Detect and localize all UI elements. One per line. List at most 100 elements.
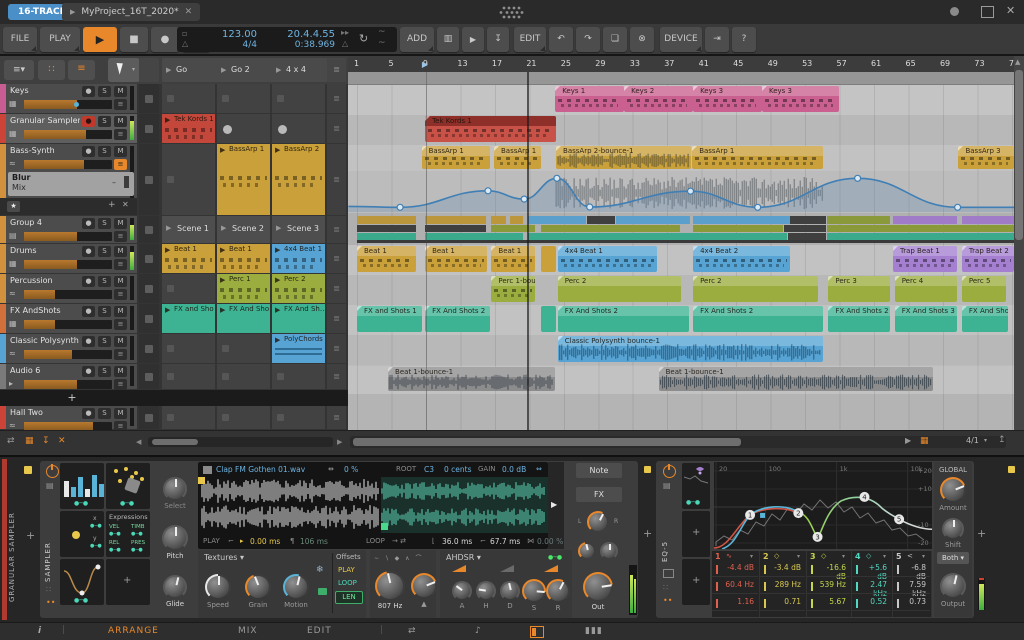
launcher-cell[interactable]: [162, 274, 215, 303]
band-gain-value[interactable]: -3.4 dB: [768, 563, 801, 572]
band-fader-icon[interactable]: [856, 599, 858, 608]
launcher-grid-icon[interactable]: ▦: [25, 436, 34, 446]
volume-slider[interactable]: [24, 260, 112, 269]
band-fader-icon[interactable]: [764, 565, 766, 574]
band-freq-value[interactable]: 7.59 kHz: [901, 580, 926, 598]
stretch-value[interactable]: 0 %: [344, 465, 358, 474]
volume-slider[interactable]: [24, 100, 112, 109]
textures-title[interactable]: Textures ▾: [204, 553, 244, 562]
band-fader-icon[interactable]: [764, 582, 766, 591]
device-collapse-icon[interactable]: –: [112, 178, 116, 187]
track-menu-button[interactable]: ≡▾: [4, 60, 34, 80]
help-icon[interactable]: ?: [732, 27, 756, 52]
speed-knob[interactable]: [205, 574, 231, 600]
launcher-cell[interactable]: ▶ Beat 1: [217, 244, 270, 273]
band-freq-value[interactable]: 289 Hz: [768, 580, 801, 589]
launcher-cell[interactable]: [217, 406, 270, 429]
follow-playhead-icon[interactable]: ▶: [462, 27, 484, 52]
offset-len-button[interactable]: LEN: [335, 591, 363, 604]
launcher-cell[interactable]: Scene 3 ▶: [272, 216, 325, 243]
track-header-audio-6[interactable]: Audio 6 ● S M ▸ ≡: [0, 364, 137, 390]
texture-link-icon[interactable]: [318, 588, 327, 595]
launcher-cell[interactable]: [217, 114, 270, 143]
eq5-window-icon[interactable]: [663, 569, 674, 578]
track-menu-icon[interactable]: ≡: [114, 259, 127, 270]
output-knob[interactable]: [940, 573, 966, 599]
env-a-knob[interactable]: [452, 581, 472, 601]
track-menu-icon[interactable]: ≡: [114, 319, 127, 330]
launcher-hscroll-left-icon[interactable]: ◀: [136, 438, 141, 446]
band-type-icon[interactable]: ◇: [866, 552, 871, 560]
track-menu-icon[interactable]: ≡: [114, 129, 127, 140]
launcher-cell[interactable]: [162, 406, 215, 429]
record-arm-button[interactable]: ●: [82, 86, 95, 97]
clip-stop-cell[interactable]: [139, 364, 159, 389]
eq-modulator-slot[interactable]: ●─●: [682, 463, 710, 509]
band-fader-icon[interactable]: [764, 599, 766, 608]
piano-layout-icon[interactable]: ▥: [437, 27, 459, 52]
clip-stop-cell[interactable]: [139, 244, 159, 273]
select-knob[interactable]: [163, 477, 187, 501]
note-tab-button[interactable]: Note: [576, 463, 622, 478]
band-type-caret-icon[interactable]: ▾: [842, 553, 845, 560]
launcher-close-icon[interactable]: ✕: [58, 436, 66, 446]
clip-stop-cell[interactable]: [139, 274, 159, 303]
track-header-hall-two[interactable]: Hall Two ● S M ≈ ≡: [0, 406, 137, 432]
solo-button[interactable]: S: [98, 116, 111, 127]
freeze-icon[interactable]: ❄: [316, 565, 324, 575]
launcher-cell[interactable]: ▶ PolyChords: [272, 334, 325, 363]
window-restore-icon[interactable]: [981, 6, 994, 18]
launcher-io-icon[interactable]: ⇄: [7, 436, 15, 446]
automation-follow-icon[interactable]: ~: [378, 38, 386, 48]
info-icon[interactable]: i: [38, 626, 41, 636]
add-device-between-icon[interactable]: +: [643, 527, 652, 540]
note-io-icon[interactable]: ♪: [475, 626, 481, 636]
add-modulator-icon[interactable]: +: [123, 575, 131, 586]
out-knob[interactable]: [583, 572, 613, 602]
send1-knob[interactable]: [578, 542, 596, 560]
add-device-end-icon[interactable]: +: [977, 527, 986, 540]
band-q-value[interactable]: 0.52: [860, 597, 887, 606]
arranger-hscroll-thumb[interactable]: [353, 438, 741, 446]
record-arm-button[interactable]: ●: [82, 336, 95, 347]
volume-slider[interactable]: [24, 290, 112, 299]
file-tab[interactable]: ▶ MyProject_16T_2020* ✕: [62, 3, 201, 21]
filter-res-knob[interactable]: [411, 573, 437, 599]
automation-add-icon[interactable]: +: [108, 200, 116, 210]
launcher-cell[interactable]: Scene 2 ▶: [217, 216, 270, 243]
launcher-cell[interactable]: ▶ Tek Kords 1: [162, 114, 215, 143]
track-header-group-4[interactable]: Group 4 ● S M ▤ ≡: [0, 216, 137, 243]
mute-button[interactable]: M: [114, 246, 127, 257]
modulator-steps[interactable]: ●─●: [60, 463, 104, 509]
track-device-blur-mix[interactable]: Blur Mix –: [8, 172, 134, 196]
time-value[interactable]: 0:38.969: [263, 40, 335, 50]
solo-button[interactable]: S: [98, 408, 111, 419]
motion-knob[interactable]: [283, 574, 309, 600]
modulator-curve[interactable]: ●─●: [60, 559, 104, 605]
launcher-cell[interactable]: ▶ BassArp 1: [217, 144, 270, 215]
env-r-knob[interactable]: [546, 579, 570, 603]
add-track-row[interactable]: [0, 390, 348, 406]
duplicate-icon[interactable]: ❏: [603, 27, 627, 52]
mute-button[interactable]: M: [114, 408, 127, 419]
redo-icon[interactable]: ↷: [576, 27, 600, 52]
position-value[interactable]: 20.4.4.55: [263, 29, 335, 40]
track-menu-icon[interactable]: ≡: [114, 379, 127, 390]
track-menu-icon[interactable]: ≡: [114, 99, 127, 110]
automation-close-icon[interactable]: ✕: [122, 200, 129, 209]
track-header-fx-andshots[interactable]: FX AndShots ● S M ▦ ≡: [0, 304, 137, 333]
tab-arrange[interactable]: ARRANGE: [108, 626, 159, 636]
eq-modulator-add-slot[interactable]: +: [682, 559, 710, 605]
solo-button[interactable]: S: [98, 366, 111, 377]
mute-button[interactable]: M: [114, 146, 127, 157]
eq-modulator-add-slot[interactable]: +: [682, 511, 710, 557]
band-fader-icon[interactable]: [811, 599, 813, 608]
band-fader-icon[interactable]: [811, 582, 813, 591]
launcher-hscroll-right-icon[interactable]: ▶: [337, 438, 342, 446]
band-type-icon[interactable]: ◇: [821, 552, 826, 560]
mute-button[interactable]: M: [114, 276, 127, 287]
launcher-cell[interactable]: ▶ BassArp 2: [272, 144, 325, 215]
glide-knob[interactable]: [163, 575, 187, 599]
band-q-value[interactable]: 1.16: [720, 597, 754, 606]
solo-button[interactable]: S: [98, 86, 111, 97]
